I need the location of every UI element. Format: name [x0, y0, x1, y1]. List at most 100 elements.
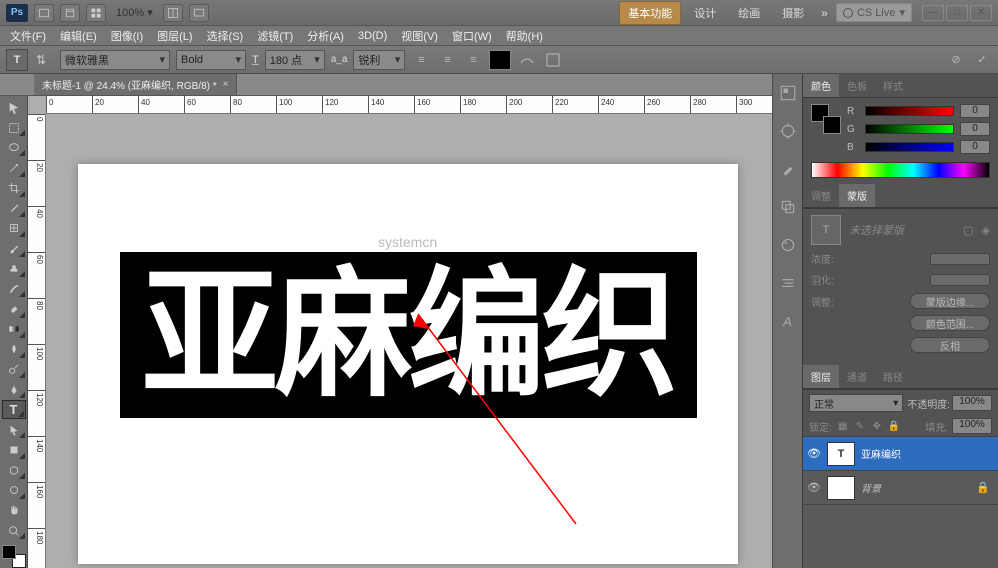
eyedropper-tool[interactable] — [2, 199, 26, 218]
document-tab-close[interactable]: × — [223, 79, 229, 90]
workspace-design[interactable]: 设计 — [685, 1, 725, 25]
workspace-photo[interactable]: 摄影 — [773, 1, 813, 25]
foreground-color[interactable] — [2, 545, 16, 559]
dodge-tool[interactable] — [2, 360, 26, 379]
lock-position-icon[interactable]: ✥ — [870, 419, 884, 433]
zoom-tool[interactable] — [2, 521, 26, 540]
cslive-button[interactable]: CS Live▾ — [836, 3, 912, 22]
3d-camera-tool[interactable] — [2, 481, 26, 500]
minibridge-icon[interactable] — [60, 4, 80, 22]
pixel-mask-icon[interactable]: ▢ — [963, 224, 973, 237]
fill-value[interactable]: 100% — [952, 418, 992, 434]
hand-tool[interactable] — [2, 501, 26, 520]
layer-thumbnail[interactable]: T — [827, 442, 855, 466]
workspace-more-icon[interactable]: » — [817, 6, 832, 20]
wand-tool[interactable] — [2, 158, 26, 177]
text-layer-box[interactable]: 亚麻编织 — [120, 252, 697, 418]
color-swatches[interactable] — [2, 545, 26, 568]
mask-edge-button[interactable]: 蒙版边缘... — [910, 293, 990, 309]
tab-paths[interactable]: 路径 — [875, 365, 911, 388]
char-panel-icon[interactable]: A — [776, 310, 800, 332]
g-slider[interactable] — [865, 124, 954, 134]
tab-swatches[interactable]: 色板 — [839, 74, 875, 97]
antialias-select[interactable]: 锐利 — [353, 50, 405, 70]
tab-masks[interactable]: 蒙版 — [839, 184, 875, 207]
color-range-button[interactable]: 颜色范围... — [910, 315, 990, 331]
text-color-swatch[interactable] — [489, 50, 511, 70]
3d-tool[interactable] — [2, 461, 26, 480]
screen-mode-icon[interactable] — [189, 4, 209, 22]
marquee-tool[interactable] — [2, 118, 26, 137]
stamp-tool[interactable] — [2, 259, 26, 278]
color-spectrum[interactable] — [811, 162, 990, 178]
window-minimize[interactable]: — — [922, 5, 944, 21]
brush-tool[interactable] — [2, 239, 26, 258]
align-right-icon[interactable]: ≡ — [463, 50, 483, 70]
bridge-icon[interactable] — [34, 4, 54, 22]
menu-help[interactable]: 帮助(H) — [500, 26, 549, 46]
invert-button[interactable]: 反相 — [910, 337, 990, 353]
lock-pixels-icon[interactable]: ✎ — [853, 419, 867, 433]
menu-filter[interactable]: 滤镜(T) — [251, 26, 299, 46]
density-field[interactable] — [930, 253, 990, 265]
layer-name[interactable]: 背景 — [861, 480, 881, 495]
workspace-essentials[interactable]: 基本功能 — [619, 1, 681, 25]
align-center-icon[interactable]: ≡ — [437, 50, 457, 70]
move-tool[interactable] — [2, 98, 26, 117]
shape-tool[interactable] — [2, 440, 26, 459]
menu-view[interactable]: 视图(V) — [395, 26, 444, 46]
tab-color[interactable]: 颜色 — [803, 74, 839, 97]
font-size-select[interactable]: 180 点 — [265, 50, 325, 70]
visibility-icon[interactable]: 👁 — [807, 447, 821, 461]
b-value[interactable]: 0 — [960, 140, 990, 154]
menu-analysis[interactable]: 分析(A) — [301, 26, 350, 46]
tab-styles[interactable]: 样式 — [875, 74, 911, 97]
font-family-select[interactable]: 微软雅黑 — [60, 50, 170, 70]
history-brush-tool[interactable] — [2, 279, 26, 298]
tool-presets-icon[interactable] — [776, 272, 800, 294]
window-close[interactable]: ✕ — [970, 5, 992, 21]
path-select-tool[interactable] — [2, 420, 26, 439]
eraser-tool[interactable] — [2, 299, 26, 318]
healing-tool[interactable] — [2, 219, 26, 238]
window-maximize[interactable]: □ — [946, 5, 968, 21]
opacity-value[interactable]: 100% — [952, 395, 992, 411]
clone-panel-icon[interactable] — [776, 196, 800, 218]
menu-select[interactable]: 选择(S) — [201, 26, 250, 46]
vector-mask-icon[interactable]: ◈ — [982, 224, 990, 237]
character-panel-icon[interactable] — [543, 50, 563, 70]
gradient-tool[interactable] — [2, 320, 26, 339]
document-tab[interactable]: 未标题-1 @ 24.4% (亚麻编织, RGB/8) * × — [34, 74, 237, 95]
menu-window[interactable]: 窗口(W) — [446, 26, 498, 46]
zoom-level[interactable]: 100% ▾ — [112, 6, 157, 19]
r-slider[interactable] — [865, 106, 954, 116]
menu-image[interactable]: 图像(I) — [105, 26, 149, 46]
align-left-icon[interactable]: ≡ — [411, 50, 431, 70]
cancel-icon[interactable]: ⊘ — [946, 50, 966, 70]
tab-adjustments[interactable]: 调整 — [803, 184, 839, 207]
text-orientation-icon[interactable]: ⇅ — [34, 50, 54, 70]
blur-tool[interactable] — [2, 340, 26, 359]
blend-mode-select[interactable]: 正常 — [809, 394, 903, 412]
panel-color-swatches[interactable] — [811, 104, 841, 134]
lock-transparency-icon[interactable]: ▦ — [836, 419, 850, 433]
ruler-vertical[interactable]: 020406080100120140160180 — [28, 114, 46, 568]
warp-text-icon[interactable] — [517, 50, 537, 70]
tab-channels[interactable]: 通道 — [839, 365, 875, 388]
panel-bg-swatch[interactable] — [823, 116, 841, 134]
actions-panel-icon[interactable] — [776, 120, 800, 142]
menu-3d[interactable]: 3D(D) — [352, 28, 393, 44]
current-tool-icon[interactable]: T — [6, 49, 28, 71]
layer-thumbnail[interactable] — [827, 476, 855, 500]
menu-file[interactable]: 文件(F) — [4, 26, 52, 46]
crop-tool[interactable] — [2, 179, 26, 198]
commit-icon[interactable]: ✓ — [972, 50, 992, 70]
g-value[interactable]: 0 — [960, 122, 990, 136]
b-slider[interactable] — [865, 142, 954, 152]
brush-panel-icon[interactable] — [776, 158, 800, 180]
r-value[interactable]: 0 — [960, 104, 990, 118]
workspace-painting[interactable]: 绘画 — [729, 1, 769, 25]
layer-row[interactable]: 👁 背景 🔒 — [803, 471, 998, 505]
feather-field[interactable] — [930, 274, 990, 286]
lock-all-icon[interactable]: 🔒 — [887, 419, 901, 433]
